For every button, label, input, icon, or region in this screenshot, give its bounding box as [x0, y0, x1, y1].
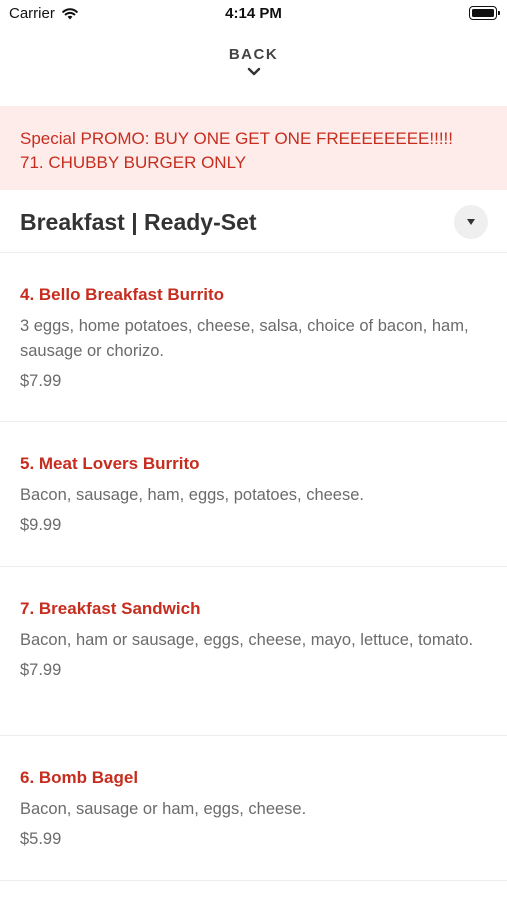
item-name: 6. Bomb Bagel [20, 768, 139, 787]
item-name: 4. Bello Breakfast Burrito [20, 285, 225, 304]
promo-banner: Special PROMO: BUY ONE GET ONE FREEEEEEE… [0, 106, 507, 190]
menu-list: 4. Bello Breakfast Burrito 3 eggs, home … [0, 253, 507, 881]
item-description: 3 eggs, home potatoes, cheese, salsa, ch… [20, 317, 469, 360]
menu-item[interactable]: 6. Bomb Bagel Bacon, sausage or ham, egg… [0, 736, 507, 881]
item-description: Bacon, ham or sausage, eggs, cheese, may… [20, 631, 474, 649]
item-price: $9.99 [20, 516, 62, 534]
item-name: 7. Breakfast Sandwich [20, 599, 201, 618]
item-price: $7.99 [20, 372, 62, 390]
chevron-down-icon [247, 67, 260, 76]
item-price: $5.99 [20, 830, 62, 848]
menu-item[interactable]: 4. Bello Breakfast Burrito 3 eggs, home … [0, 253, 507, 422]
promo-line-2: 71. CHUBBY BURGER ONLY [20, 153, 247, 172]
category-title: Breakfast | Ready-Set [20, 209, 257, 235]
item-price: $7.99 [20, 661, 62, 679]
category-header[interactable]: Breakfast | Ready-Set [0, 190, 507, 253]
category-toggle-button[interactable] [454, 205, 488, 239]
caret-down-icon [467, 219, 475, 225]
menu-item[interactable]: 7. Breakfast Sandwich Bacon, ham or saus… [0, 567, 507, 736]
status-bar: Carrier 4:14 PM [0, 0, 507, 28]
back-button[interactable]: BACK [0, 46, 507, 77]
item-name: 5. Meat Lovers Burrito [20, 454, 200, 473]
menu-item[interactable]: 5. Meat Lovers Burrito Bacon, sausage, h… [0, 422, 507, 567]
back-label: BACK [228, 46, 279, 63]
status-time: 4:14 PM [225, 5, 282, 22]
item-description: Bacon, sausage, ham, eggs, potatoes, che… [20, 486, 364, 504]
battery-icon [469, 6, 500, 20]
promo-line-1: Special PROMO: BUY ONE GET ONE FREEEEEEE… [20, 129, 453, 148]
item-description: Bacon, sausage or ham, eggs, cheese. [20, 800, 307, 818]
